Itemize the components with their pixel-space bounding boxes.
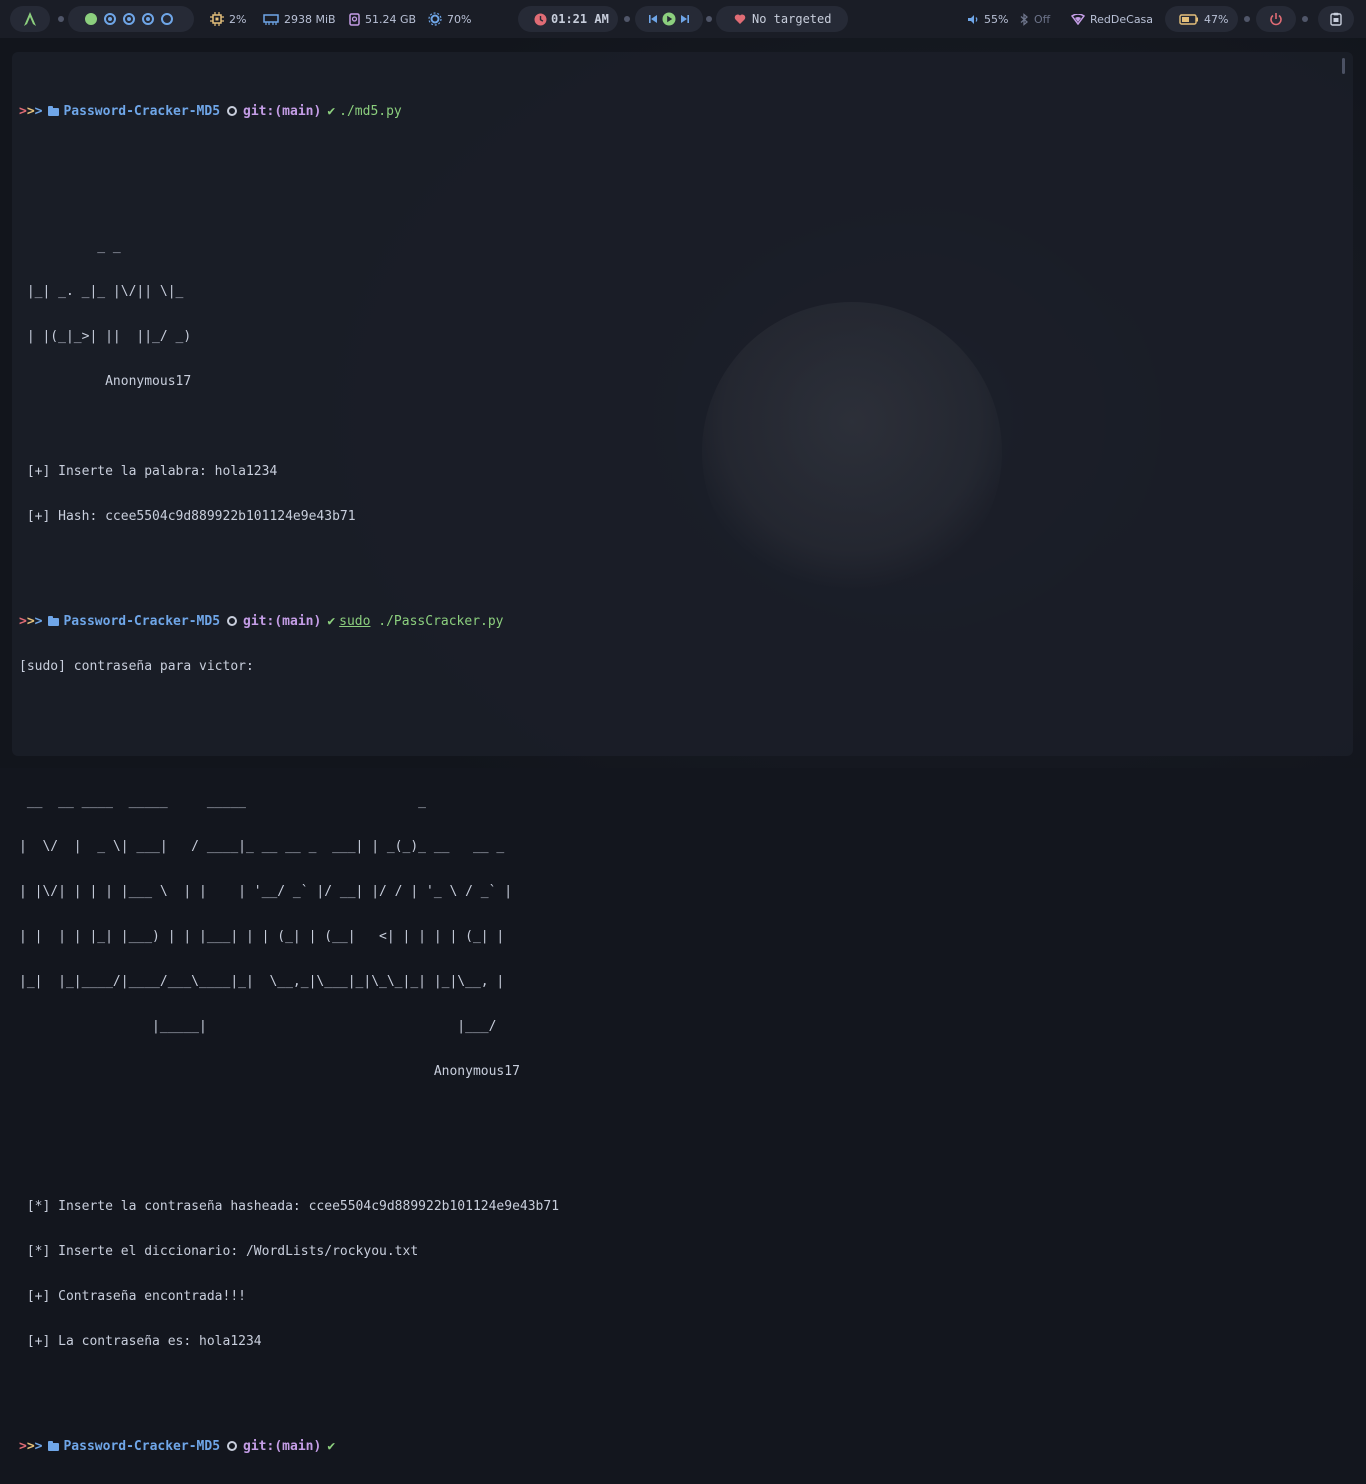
brightness-icon: [428, 12, 442, 26]
workspace-switcher: [68, 6, 194, 32]
command-text: ./md5.py: [339, 104, 402, 119]
clock-icon: [534, 13, 547, 25]
play-icon[interactable]: [662, 12, 676, 26]
ascii-banner-line: __ __ ____ _____ _____ _: [19, 794, 426, 809]
wallpaper-skull-image: [702, 302, 1002, 602]
battery-widget[interactable]: 47%: [1165, 6, 1238, 32]
output-line: [+] Contraseña encontrada!!!: [19, 1289, 246, 1304]
separator-dot: [1302, 16, 1308, 22]
power-icon: [1270, 13, 1282, 26]
check-icon: ✔: [327, 104, 336, 119]
check-icon: ✔: [327, 614, 336, 629]
clipboard-icon: [1330, 12, 1342, 26]
terminal-output: >>> Password-Cracker-MD5 git:(main) ✔ ./md5.…: [19, 59, 559, 1484]
output-line: [+] Hash: ccee5504c9d889922b101124e9e43b…: [19, 509, 356, 524]
wifi-icon: [1071, 13, 1085, 25]
volume-value: 55%: [984, 12, 1009, 26]
memory-value: 2938 MiB: [284, 12, 336, 26]
network-name: RedDeCasa: [1090, 12, 1154, 26]
power-button[interactable]: [1256, 6, 1296, 32]
target-icon: [734, 14, 746, 24]
focused-window-title: No targeted: [752, 12, 832, 26]
github-icon: [227, 616, 238, 626]
network-widget[interactable]: RedDeCasa: [1071, 0, 1153, 38]
check-icon: ✔: [327, 1439, 336, 1454]
bluetooth-status: Off: [1034, 12, 1051, 26]
top-bar: 2% 2938 MiB 51.24 GB 70% 01:21 AM No tar…: [0, 0, 1366, 38]
memory-icon: [263, 14, 279, 25]
separator-dot: [624, 16, 630, 22]
workspace-1[interactable]: [85, 13, 97, 25]
prompt-arrows: >>>: [19, 104, 43, 119]
folder-icon: [48, 616, 60, 626]
prompt-arrows: >>>: [19, 1439, 43, 1454]
prompt-line: >>> Password-Cracker-MD5 git:(main) ✔ sudo .…: [19, 614, 559, 629]
ascii-banner-line: | \/ | _ \| ___| / ____|_ __ __ _ ___| |…: [19, 839, 505, 854]
ascii-banner-line: _ _: [19, 239, 121, 254]
ascii-banner-line: | |\/| | | | |___ \ | | | '__/ _` |/ __|…: [19, 884, 513, 899]
workspace-3[interactable]: [123, 13, 135, 25]
folder-icon: [48, 106, 60, 116]
memory-widget: 2938 MiB: [263, 0, 336, 38]
previous-track-icon[interactable]: [648, 14, 658, 24]
output-line: [+] Inserte la palabra: hola1234: [19, 464, 278, 479]
separator-dot: [1244, 16, 1250, 22]
battery-icon: [1179, 13, 1198, 25]
ascii-banner-line: |_____| |___/: [19, 1019, 497, 1034]
workspace-2[interactable]: [104, 13, 116, 25]
prompt-directory: Password-Cracker-MD5: [63, 1439, 221, 1454]
bluetooth-icon: [1020, 12, 1028, 26]
prompt-line: >>> Password-Cracker-MD5 git:(main) ✔ ./md5.…: [19, 104, 559, 119]
sudo-prompt-line: [sudo] contraseña para victor:: [19, 659, 254, 674]
terminal-scrollbar[interactable]: [1342, 58, 1345, 74]
ascii-banner-line: Anonymous17: [19, 374, 192, 389]
prompt-directory: Password-Cracker-MD5: [63, 104, 221, 119]
prompt-git-branch: git:(main): [243, 104, 322, 119]
arch-logo-icon: [24, 12, 36, 26]
volume-widget[interactable]: 55%: [967, 0, 1008, 38]
volume-icon: [968, 14, 978, 24]
brightness-value: 70%: [447, 12, 472, 26]
prompt-git-branch: git:(main): [243, 1439, 322, 1454]
workspace-5[interactable]: [161, 13, 173, 25]
clock-time: 01:21 AM: [551, 12, 609, 26]
cpu-icon: [210, 12, 224, 26]
launcher-button[interactable]: [10, 6, 50, 32]
workspace-4[interactable]: [142, 13, 154, 25]
cpu-widget: 2%: [210, 0, 246, 38]
output-line: [*] Inserte la contraseña hasheada: ccee…: [19, 1199, 560, 1214]
prompt-git-branch: git:(main): [243, 614, 322, 629]
ascii-banner-line: | | | | |_| |___) | | |___| | | (_| | (_…: [19, 929, 505, 944]
prompt-line: >>> Password-Cracker-MD5 git:(main) ✔: [19, 1439, 559, 1454]
bluetooth-widget[interactable]: Off: [1019, 0, 1050, 38]
command-text: ./PassCracker.py: [378, 614, 504, 629]
focused-window-widget: No targeted: [716, 6, 848, 32]
github-icon: [227, 106, 238, 116]
battery-value: 47%: [1204, 12, 1229, 26]
clipboard-button[interactable]: [1318, 6, 1354, 32]
github-icon: [227, 1441, 238, 1451]
command-sudo: sudo: [339, 614, 371, 629]
ascii-banner-line: Anonymous17: [19, 1064, 520, 1079]
ascii-banner-line: | |(_|_>| || ||_/ _): [19, 329, 192, 344]
disk-widget: 51.24 GB: [349, 0, 416, 38]
prompt-directory: Password-Cracker-MD5: [63, 614, 221, 629]
disk-value: 51.24 GB: [365, 12, 417, 26]
clock-widget[interactable]: 01:21 AM: [518, 6, 618, 32]
brightness-widget: 70%: [428, 0, 471, 38]
output-line: [*] Inserte el diccionario: /WordLists/r…: [19, 1244, 419, 1259]
separator-dot: [58, 16, 64, 22]
ascii-banner-line: |_| _. _|_ |\/|| \|_: [19, 284, 184, 299]
separator-dot: [706, 16, 712, 22]
folder-icon: [48, 1441, 60, 1451]
prompt-arrows: >>>: [19, 614, 43, 629]
next-track-icon[interactable]: [680, 14, 690, 24]
cpu-value: 2%: [229, 12, 247, 26]
terminal-window[interactable]: >>> Password-Cracker-MD5 git:(main) ✔ ./md5.…: [12, 52, 1353, 1454]
ascii-banner-line: |_| |_|____/|____/___\____|_| \__,_|\___…: [19, 974, 505, 989]
disk-icon: [349, 12, 360, 26]
media-controls: [635, 6, 703, 32]
output-line: [+] La contraseña es: hola1234: [19, 1334, 262, 1349]
